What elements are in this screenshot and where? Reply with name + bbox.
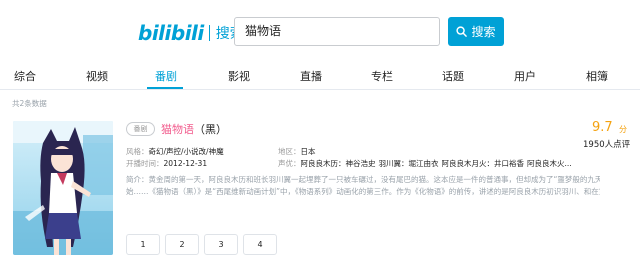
episode-button[interactable]: 3 [204,234,238,255]
synopsis-line: 始……《猫物语（黑）》是“西尾维新动画计划”中，《物语系列》动画化的第三作。作为… [126,187,600,196]
cover-illustration [13,121,113,255]
synopsis-line: 简介：黄金周的第一天，阿良良木历和班长羽川翼一起埋葬了一只被车碾过，没有尾巴的猫… [126,175,600,184]
tab-album[interactable]: 相簿 [586,68,608,84]
cv-label: 声优： [278,159,301,168]
episode-button[interactable]: 4 [243,234,277,255]
tab-bangumi[interactable]: 番剧 [155,68,177,84]
cv-item: 羽川翼：堀江由衣 [378,159,439,168]
style-label: 风格： [126,147,149,156]
title-suffix: （黑） [194,123,227,136]
synopsis: 简介：黄金周的第一天，阿良良木历和班长羽川翼一起埋葬了一只被车碾过，没有尾巴的猫… [126,174,600,198]
cv-item: 阿良良木历：神谷浩史 [300,159,376,168]
cv-row: 声优：阿良良木历：神谷浩史 羽川翼：堀江由衣 阿良良木月火：井口裕香 阿良良木火... [278,158,575,169]
airdate-row: 开播时间：2012-12-31 [126,158,207,169]
result-title[interactable]: 猫物语（黑） [161,121,227,137]
title-highlight: 猫物语 [161,123,194,136]
logo-divider [208,25,210,41]
cv-item: 阿良良木月火：井口裕香 [441,159,525,168]
airdate-label: 开播时间： [126,159,164,168]
episode-button[interactable]: 1 [126,234,160,255]
search-icon [456,26,468,37]
bilibili-logo[interactable]: bilibili 搜索 [138,20,244,46]
tab-topic[interactable]: 话题 [442,68,464,84]
search-input[interactable]: 猫物语 [234,17,440,46]
tab-article[interactable]: 专栏 [371,68,393,84]
active-tab-indicator [147,87,183,89]
style-row: 风格：奇幻/声控/小说改/神魔 [126,146,224,157]
tab-video[interactable]: 视频 [86,68,108,84]
search-button[interactable]: 搜索 [448,17,504,46]
region-value: 日本 [300,147,316,156]
search-button-label: 搜索 [471,25,496,39]
region-row: 地区：日本 [278,146,316,157]
tab-movie[interactable]: 影视 [228,68,250,84]
category-tabs: 综合 视频 番剧 影视 直播 专栏 话题 用户 相簿 [0,62,640,90]
logo-brand-text: bilibili [138,21,204,45]
result-count: 共2条数据 [12,99,47,108]
type-badge: 番剧 [126,122,155,136]
region-label: 地区： [278,147,301,156]
episode-button[interactable]: 2 [165,234,199,255]
style-value: 奇幻/声控/小说改/神魔 [148,147,224,156]
cover-image[interactable] [13,121,113,255]
tab-all[interactable]: 综合 [14,68,36,84]
tab-live[interactable]: 直播 [300,68,322,84]
rating-score: 9.7 [592,120,613,135]
rating-unit: 分 [619,125,627,134]
tab-user[interactable]: 用户 [514,68,536,84]
review-count: 1950人点评 [583,140,631,150]
cv-item: 阿良良木火... [527,159,572,168]
airdate-value: 2012-12-31 [163,159,208,168]
